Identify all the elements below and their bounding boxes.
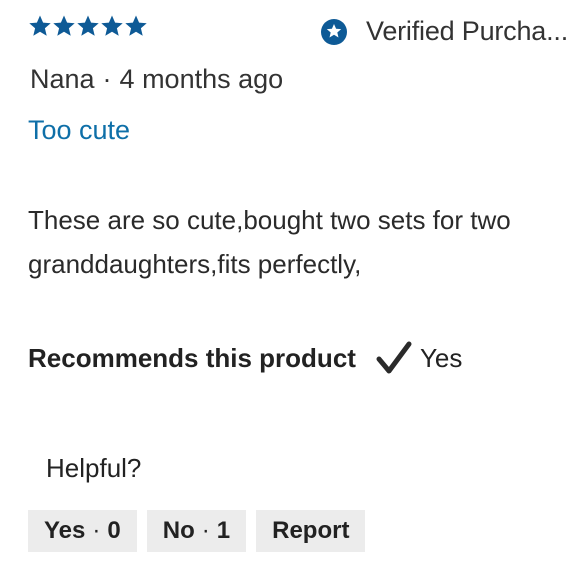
author-name: Nana: [30, 64, 95, 94]
verified-purchase: Verified Purcha...: [320, 16, 568, 47]
yes-separator: ·: [92, 517, 101, 544]
checkmark-icon: [376, 341, 412, 375]
star-icon: [100, 14, 124, 38]
no-separator: ·: [201, 517, 210, 544]
no-label: No: [162, 517, 195, 544]
review-date: 4 months ago: [119, 64, 284, 94]
helpful-label: Helpful?: [46, 453, 142, 483]
star-icon: [76, 14, 100, 38]
report-button[interactable]: Report: [256, 510, 366, 552]
star-icon: [52, 14, 76, 38]
review-meta: Nana · 4 months ago: [30, 64, 283, 95]
meta-separator: ·: [102, 64, 112, 94]
verified-label: Verified Purcha...: [366, 16, 569, 46]
feedback-buttons: Yes · 0 No · 1 Report: [28, 510, 366, 552]
review-title: Too cute: [28, 115, 131, 145]
yes-count: 0: [107, 517, 121, 544]
recommends-label: Recommends this product: [28, 342, 356, 373]
no-count: 1: [216, 517, 231, 544]
verified-badge-icon: [320, 18, 348, 46]
recommends-value: Yes: [419, 342, 463, 373]
yes-label: Yes: [44, 517, 86, 544]
report-label: Report: [272, 517, 350, 544]
recommends-row: Recommends this product Yes: [28, 341, 462, 375]
review-body: These are so cute,bought two sets for tw…: [28, 205, 511, 279]
star-rating: [28, 14, 148, 38]
star-icon: [124, 14, 148, 38]
helpful-yes-button[interactable]: Yes · 0: [28, 510, 137, 552]
star-icon: [28, 14, 52, 38]
helpful-no-button[interactable]: No · 1: [146, 510, 247, 552]
